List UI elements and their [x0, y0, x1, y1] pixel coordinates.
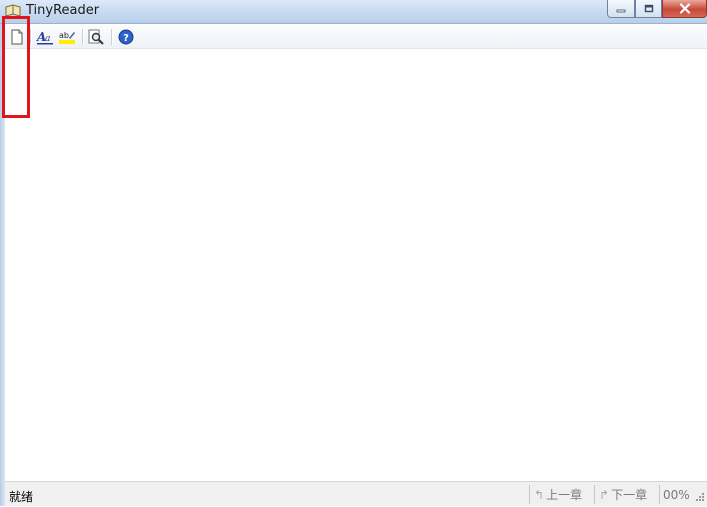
help-icon: ? — [118, 29, 134, 45]
progress-value: 00% — [663, 487, 690, 502]
svg-text:?: ? — [123, 33, 129, 44]
search-button[interactable] — [87, 28, 105, 46]
toolbar: A a ab ? — [5, 25, 707, 49]
minimize-button[interactable] — [607, 0, 635, 18]
svg-text:a: a — [45, 34, 50, 44]
title-bar[interactable]: TinyReader — [0, 0, 707, 24]
font-icon: A a — [36, 30, 53, 45]
minimize-icon — [616, 9, 626, 12]
resize-grip-icon[interactable] — [693, 492, 705, 504]
document-view[interactable] — [5, 49, 707, 481]
magnifier-icon — [88, 29, 104, 45]
next-chapter-button[interactable]: ↱ 下一章 — [594, 485, 659, 504]
status-bar: 就绪 ↰ 上一章 ↱ 下一章 00% — [5, 481, 707, 506]
maximize-button[interactable] — [635, 0, 662, 18]
help-button[interactable]: ? — [117, 28, 135, 46]
window-title: TinyReader — [26, 3, 100, 18]
maximize-icon — [644, 4, 653, 13]
highlight-box — [2, 16, 30, 118]
prev-chapter-button[interactable]: ↰ 上一章 — [529, 485, 594, 504]
next-chapter-label: 下一章 — [611, 488, 648, 502]
text-color-button[interactable]: ab — [58, 28, 76, 46]
next-arrow-icon: ↱ — [599, 487, 610, 502]
close-icon — [679, 3, 690, 14]
highlight-icon: ab — [59, 31, 75, 44]
svg-text:ab: ab — [59, 31, 69, 40]
prev-arrow-icon: ↰ — [534, 487, 545, 502]
toolbar-separator — [82, 29, 84, 45]
toolbar-separator — [111, 29, 113, 45]
status-text: 就绪 — [9, 490, 34, 504]
close-button[interactable] — [662, 0, 707, 18]
progress-indicator: 00% — [659, 485, 693, 504]
toolbar-separator — [30, 29, 32, 45]
prev-chapter-label: 上一章 — [546, 488, 583, 502]
font-button[interactable]: A a — [36, 28, 54, 46]
